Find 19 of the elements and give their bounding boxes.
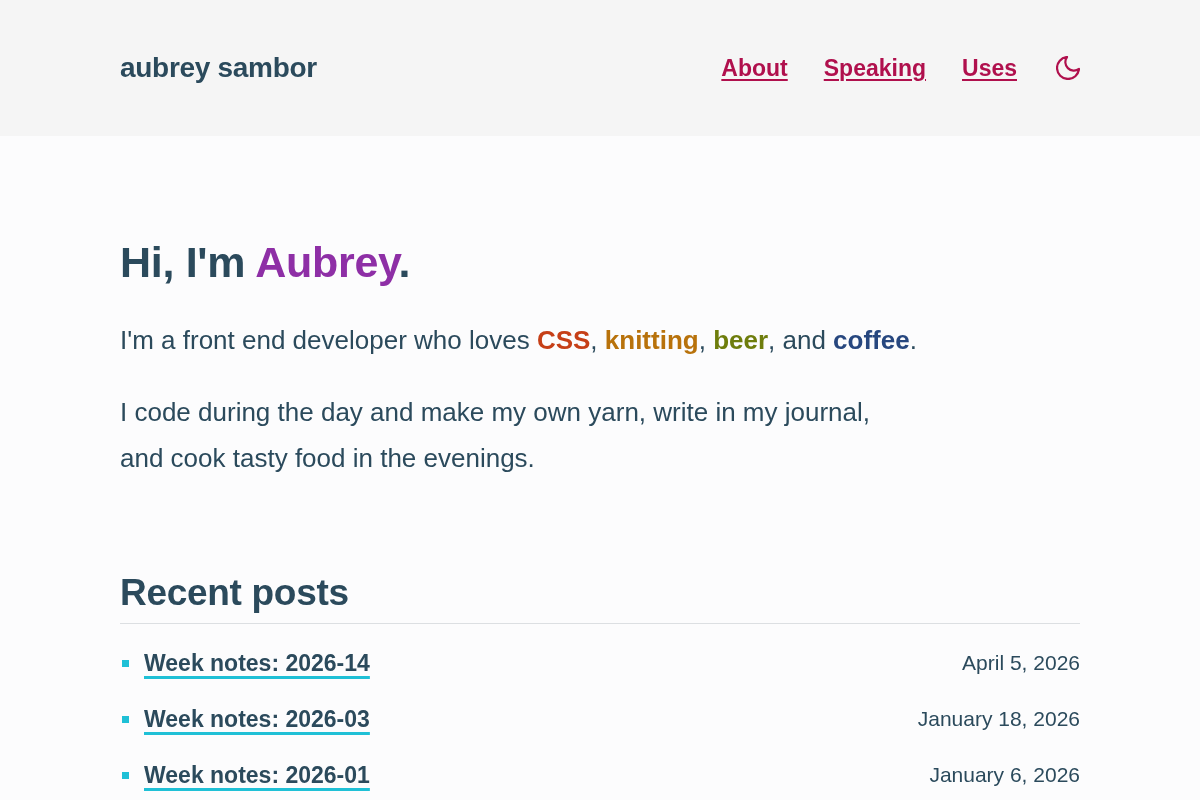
post-date: April 5, 2026	[962, 650, 1080, 677]
nav-link[interactable]: Uses	[962, 50, 1017, 86]
intro-paragraph: I code during the day and make my own yarn, write in my journal, and cook tasty food in the evenings.	[120, 396, 872, 475]
post-link[interactable]: Week notes: 2026-03	[144, 701, 370, 737]
moon-icon	[1056, 56, 1080, 80]
hero-heading: Hi, I'm Aubrey.	[120, 237, 412, 288]
post-date: January 6, 2026	[929, 762, 1080, 789]
nav-link[interactable]: About	[721, 50, 788, 86]
nav-link[interactable]: Speaking	[823, 50, 926, 86]
square-bullet-icon	[122, 659, 129, 667]
section-heading: Recent posts	[120, 570, 1080, 624]
square-bullet-icon	[122, 715, 129, 723]
post-link[interactable]: Week notes: 2026-01	[144, 757, 370, 793]
post-link[interactable]: Week notes: 2026-14	[144, 645, 370, 681]
site-title-link[interactable]: aubrey sambor	[120, 47, 317, 89]
square-bullet-icon	[122, 771, 129, 779]
intro-paragraph: I'm a front end developer who loves CSS, knitting, beer, and coffee.	[120, 324, 918, 357]
post-date: January 18, 2026	[917, 706, 1080, 733]
theme-toggle-button[interactable]	[1056, 56, 1080, 80]
